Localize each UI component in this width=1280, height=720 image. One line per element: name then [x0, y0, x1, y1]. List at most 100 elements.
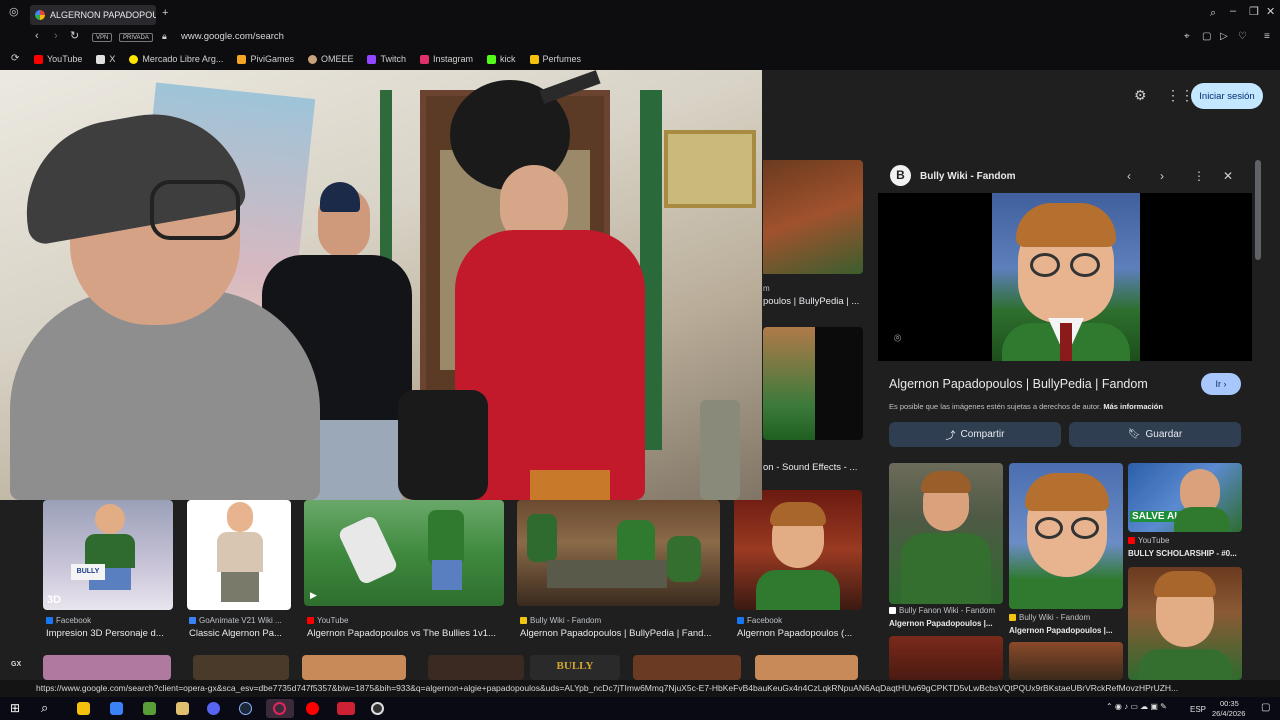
bookmark-label: X — [109, 54, 116, 64]
related-image[interactable] — [889, 636, 1003, 680]
more-info-link[interactable]: Más información — [1103, 402, 1163, 411]
bookmark-label: YouTube — [47, 54, 83, 64]
google-lens-icon[interactable]: ⌾ — [894, 332, 901, 344]
menu-icon[interactable]: ≡ — [1264, 32, 1270, 42]
result-image-thumbnail[interactable]: ▶ — [304, 500, 504, 606]
result-title[interactable]: Impresion 3D Personaje d... — [46, 628, 176, 639]
taskbar-app-icon[interactable] — [337, 702, 355, 715]
address-bar[interactable]: www.google.com/search — [181, 31, 284, 42]
related-image[interactable]: SALVE ALGE — [1128, 463, 1242, 532]
next-image-icon[interactable]: › — [1160, 170, 1164, 182]
taskbar-editor-icon[interactable] — [110, 702, 123, 715]
related-title[interactable]: BULLY SCHOLARSHIP - #0... — [1128, 549, 1242, 558]
video-play-icon[interactable]: ▶ — [310, 590, 317, 601]
x-icon — [96, 54, 106, 64]
bookmark-youtube[interactable]: YouTube — [34, 54, 82, 64]
snapshot-icon[interactable]: ▢ — [1202, 32, 1211, 42]
result-image-thumbnail[interactable] — [43, 655, 171, 680]
result-image-thumbnail[interactable]: BULLY 3D — [43, 500, 173, 610]
taskbar-youtube-icon[interactable] — [306, 702, 319, 715]
reload-icon[interactable]: ↻ — [70, 31, 79, 42]
result-title[interactable]: Algernon Papadopoulos (... — [737, 628, 865, 639]
result-image-thumbnail[interactable] — [428, 655, 524, 680]
vpn-badge[interactable]: VPN — [92, 33, 113, 42]
clock-time[interactable]: 00:35 — [1220, 699, 1239, 708]
bookmark-twitch[interactable]: Twitch — [367, 54, 406, 64]
result-title[interactable]: Algernon Papadopoulos | BullyPedia | Fan… — [520, 628, 723, 639]
bookmark-mercado-libre[interactable]: Mercado Libre Arg... — [129, 54, 223, 64]
forward-icon[interactable]: › — [54, 31, 58, 42]
result-image-thumbnail[interactable] — [517, 500, 720, 606]
visit-button[interactable]: Ir › — [1201, 373, 1241, 395]
browser-tab[interactable]: ALGERNON PAPADOPOULOS — [30, 5, 156, 25]
result-image-thumbnail[interactable] — [193, 655, 289, 680]
related-image[interactable] — [1128, 567, 1242, 680]
previous-image-icon[interactable]: ‹ — [1127, 170, 1131, 182]
pivigames-icon — [237, 54, 247, 64]
result-image-thumbnail[interactable] — [187, 500, 291, 610]
gx-sidebar-label[interactable]: GX — [11, 661, 21, 668]
windows-start-icon[interactable]: ⊞ — [10, 701, 20, 715]
back-icon[interactable]: ‹ — [35, 31, 39, 42]
webcam-overlay — [0, 70, 762, 500]
panel-source-name[interactable]: Bully Wiki - Fandom — [920, 171, 1015, 182]
bookmark-instagram[interactable]: Instagram — [419, 54, 473, 64]
result-title[interactable]: poulos | BullyPedia | ... — [763, 296, 863, 307]
pin-icon[interactable]: ⌖ — [1184, 32, 1190, 42]
result-title[interactable]: Algernon Papadopoulos vs The Bullies 1v1… — [307, 628, 507, 639]
lock-icon[interactable]: 🔒︎ — [162, 32, 167, 41]
share-button[interactable]: ⤴ Compartir — [889, 422, 1061, 447]
taskbar-minecraft-icon[interactable] — [143, 702, 156, 715]
result-image-thumbnail[interactable] — [734, 490, 862, 610]
result-source: GoAnimate V21 Wiki ... — [189, 616, 293, 625]
bookmark-x[interactable]: X — [96, 54, 115, 64]
preview-image[interactable] — [992, 193, 1140, 361]
panel-scrollbar[interactable] — [1255, 160, 1261, 260]
result-image-thumbnail[interactable] — [633, 655, 741, 680]
system-tray[interactable]: ⌃ ◉ ♪ ▭ ☁ ▣ ✎ — [1106, 702, 1167, 711]
sync-icon[interactable]: ⟳ — [11, 54, 19, 64]
panel-title[interactable]: Algernon Papadopoulos | BullyPedia | Fan… — [889, 377, 1148, 391]
result-image-thumbnail[interactable] — [763, 327, 863, 440]
result-title[interactable]: Classic Algernon Pa... — [189, 628, 293, 639]
result-image-thumbnail[interactable]: BULLY — [530, 655, 620, 680]
bookmark-kick[interactable]: kick — [487, 54, 516, 64]
taskbar-explorer-icon[interactable] — [176, 702, 189, 715]
taskbar-obs-icon[interactable] — [371, 702, 384, 715]
related-source-label: YouTube — [1138, 536, 1170, 545]
related-title[interactable]: Algernon Papadopoulos |... — [889, 619, 1003, 628]
result-title[interactable]: on - Sound Effects - ... — [763, 462, 863, 473]
result-image-thumbnail[interactable] — [302, 655, 406, 680]
player-icon[interactable]: ▷ — [1220, 32, 1228, 42]
result-image-thumbnail[interactable] — [763, 160, 863, 274]
close-window-icon[interactable]: ✕ — [1266, 7, 1275, 18]
notification-icon[interactable]: ▢ — [1261, 702, 1270, 713]
taskbar-discord-icon[interactable] — [207, 702, 220, 715]
related-image[interactable] — [889, 463, 1003, 604]
taskbar-files-icon[interactable] — [77, 702, 90, 715]
bookmark-omeee[interactable]: OMEEE — [307, 54, 353, 64]
settings-gear-icon[interactable]: ⚙ — [1134, 88, 1147, 102]
more-options-icon[interactable]: ⋮ — [1193, 170, 1205, 182]
opera-gx-menu-icon[interactable]: ◎ — [9, 7, 19, 18]
apps-grid-icon[interactable]: ⋮⋮ — [1166, 88, 1194, 102]
clock-date[interactable]: 26/4/2026 — [1212, 709, 1245, 718]
taskbar-opera-icon[interactable] — [273, 702, 286, 715]
search-tabs-icon[interactable]: ⌕ — [1210, 8, 1216, 19]
close-panel-icon[interactable]: ✕ — [1223, 170, 1233, 182]
related-image[interactable] — [1009, 642, 1123, 680]
bookmark-pivigames[interactable]: PiviGames — [237, 54, 294, 64]
maximize-icon[interactable]: ❐ — [1249, 7, 1259, 18]
new-tab-button[interactable]: + — [162, 8, 168, 19]
result-image-thumbnail[interactable] — [755, 655, 858, 680]
taskbar-search-icon[interactable]: ⌕ — [41, 700, 48, 716]
related-title[interactable]: Algernon Papadopoulos |... — [1009, 626, 1123, 635]
taskbar-steam-icon[interactable] — [239, 702, 252, 715]
minimize-icon[interactable]: – — [1230, 6, 1236, 17]
heart-icon[interactable]: ♡ — [1238, 32, 1247, 42]
sign-in-button[interactable]: Iniciar sesión — [1191, 83, 1263, 109]
related-image[interactable] — [1009, 463, 1123, 609]
save-button[interactable]: 🔖︎ Guardar — [1069, 422, 1241, 447]
language-indicator[interactable]: ESP — [1190, 705, 1206, 714]
bookmark-perfumes[interactable]: Perfumes — [529, 54, 581, 64]
